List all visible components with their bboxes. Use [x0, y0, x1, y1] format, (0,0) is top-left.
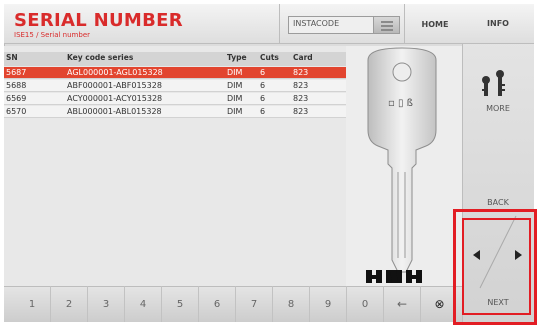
key-1[interactable]: 1 — [14, 286, 51, 322]
key-3[interactable]: 3 — [88, 286, 125, 322]
instacode-menu-icon[interactable] — [373, 17, 399, 33]
cell-sn: 6570 — [6, 107, 27, 116]
cell-series: ABL000001-ABL015328 — [67, 107, 162, 116]
brand-logo — [366, 270, 422, 283]
more-label: MORE — [486, 104, 510, 113]
instacode-field[interactable]: INSTACODE — [288, 16, 400, 34]
more-button[interactable]: MORE — [462, 46, 534, 128]
instacode-label: INSTACODE — [293, 19, 340, 28]
table-row[interactable]: 5687 AGL000001-AGL015328 DIM 6 823 — [4, 67, 346, 79]
column-header-card: Card — [293, 53, 313, 62]
cell-type: DIM — [227, 68, 243, 77]
table-header: SN Key code series Type Cuts Card — [4, 52, 346, 66]
key-0[interactable]: 0 — [347, 286, 384, 322]
cell-sn: 5687 — [6, 68, 27, 77]
cell-series: ABF000001-ABF015328 — [67, 81, 162, 90]
table-row[interactable]: 5688 ABF000001-ABF015328 DIM 6 823 — [4, 80, 346, 92]
info-button[interactable]: INFO — [462, 4, 534, 44]
column-header-series: Key code series — [67, 53, 134, 62]
header-divider — [279, 4, 280, 44]
header-bar: SERIAL NUMBER ISE15 / Serial number INST… — [4, 4, 466, 44]
key-7[interactable]: 7 — [236, 286, 273, 322]
cell-card: 823 — [293, 94, 309, 103]
key-image-panel: ▫ ▯ ß — [346, 46, 462, 286]
key-blade-icon: ▫ ▯ ß — [367, 47, 437, 273]
table-row[interactable]: 6569 ACY000001-ACY015328 DIM 6 823 — [4, 93, 346, 105]
cell-cuts: 6 — [260, 94, 266, 103]
cell-cuts: 6 — [260, 68, 266, 77]
key-9[interactable]: 9 — [310, 286, 347, 322]
page-title: SERIAL NUMBER — [14, 10, 183, 31]
key-5[interactable]: 5 — [162, 286, 199, 322]
column-header-type: Type — [227, 53, 247, 62]
cell-sn: 6569 — [6, 94, 27, 103]
home-button[interactable]: HOME — [404, 4, 466, 44]
cell-card: 823 — [293, 107, 309, 116]
cell-cuts: 6 — [260, 81, 266, 90]
column-header-sn: SN — [6, 53, 18, 62]
cell-type: DIM — [227, 107, 243, 116]
key-4[interactable]: 4 — [125, 286, 162, 322]
cell-series: AGL000001-AGL015328 — [67, 68, 163, 77]
back-button[interactable]: BACK — [462, 198, 534, 207]
cell-card: 823 — [293, 68, 309, 77]
key-8[interactable]: 8 — [273, 286, 310, 322]
backspace-icon[interactable]: ← — [384, 286, 421, 322]
key-head-marking: ▫ ▯ ß — [388, 98, 413, 109]
key-6[interactable]: 6 — [199, 286, 236, 322]
cell-type: DIM — [227, 81, 243, 90]
column-header-cuts: Cuts — [260, 53, 279, 62]
table-row[interactable]: 6570 ABL000001-ABL015328 DIM 6 823 — [4, 106, 346, 118]
cell-series: ACY000001-ACY015328 — [67, 94, 163, 103]
key-2[interactable]: 2 — [51, 286, 88, 322]
highlight-inner-box — [462, 218, 531, 315]
cell-type: DIM — [227, 94, 243, 103]
cell-card: 823 — [293, 81, 309, 90]
cell-sn: 5688 — [6, 81, 27, 90]
cell-cuts: 6 — [260, 107, 266, 116]
breadcrumb: ISE15 / Serial number — [14, 31, 90, 39]
